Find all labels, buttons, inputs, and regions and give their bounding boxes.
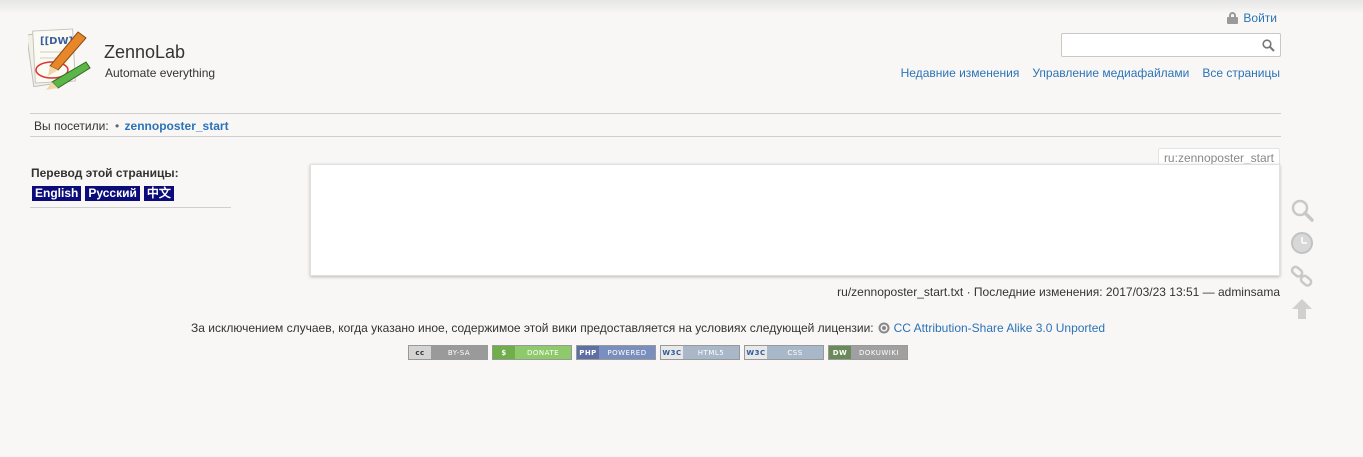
sitemap-link[interactable]: Все страницы (1202, 66, 1280, 80)
sidebar: Перевод этой страницы: English Русский 中… (30, 166, 231, 208)
breadcrumb-label: Вы посетили: (34, 119, 109, 133)
chain-link-icon[interactable] (1290, 264, 1314, 288)
button-badge: W3C (745, 346, 767, 359)
language-english[interactable]: English (32, 186, 82, 201)
license-notice: За исключением случаев, когда указано ин… (191, 321, 1105, 335)
language-russian[interactable]: Русский (85, 186, 140, 201)
button-label: CSS (767, 346, 823, 359)
site-title[interactable]: ZennoLab (104, 42, 185, 63)
button-label: BY-SA (431, 346, 487, 359)
button-badge: cc (409, 346, 431, 359)
button-label: HTML5 (683, 346, 739, 359)
sidebar-divider (30, 207, 231, 208)
donate-button[interactable]: $ DONATE (492, 345, 572, 360)
arrow-up-icon[interactable] (1290, 297, 1314, 321)
button-badge: DW (829, 346, 851, 359)
button-badge: $ (493, 346, 515, 359)
page-tools (1290, 198, 1314, 321)
site-tagline: Automate everything (105, 66, 216, 80)
license-text: За исключением случаев, когда указано ин… (191, 321, 874, 335)
header-divider (30, 113, 1281, 114)
language-chinese[interactable]: 中文 (143, 186, 174, 201)
translation-heading: Перевод этой страницы: (31, 166, 179, 180)
button-badge: W3C (661, 346, 683, 359)
dokuwiki-button[interactable]: DW DOKUWIKI (828, 345, 908, 360)
breadcrumb-divider (30, 136, 1281, 137)
dokuwiki-logo-icon[interactable]: [[DW]] (26, 26, 92, 92)
footer-buttons: cc BY-SA $ DONATE PHP POWERED W3C HTML5 … (408, 345, 908, 360)
search-icon[interactable] (1262, 39, 1275, 52)
creative-commons-icon (878, 322, 890, 334)
php-powered-button[interactable]: PHP POWERED (576, 345, 656, 360)
w3c-html5-button[interactable]: W3C HTML5 (660, 345, 740, 360)
breadcrumb-item[interactable]: zennoposter_start (125, 119, 229, 133)
media-manager-link[interactable]: Управление медиафайлами (1032, 66, 1189, 80)
button-label: DONATE (515, 346, 571, 359)
login-label[interactable]: Войти (1243, 11, 1277, 25)
search-icon[interactable] (1290, 198, 1314, 222)
license-link[interactable]: CC Attribution-Share Alike 3.0 Unported (894, 321, 1105, 335)
breadcrumb-bullet: • (115, 119, 120, 133)
doc-info: ru/zennoposter_start.txt · Последние изм… (837, 285, 1280, 299)
clock-icon[interactable] (1290, 231, 1314, 255)
language-list: English Русский 中文 (32, 186, 231, 201)
button-label: DOKUWIKI (851, 346, 907, 359)
breadcrumb: Вы посетили: • zennoposter_start (34, 119, 229, 133)
search-input[interactable] (1062, 34, 1252, 56)
w3c-css-button[interactable]: W3C CSS (744, 345, 824, 360)
login-link[interactable]: Войти (1227, 11, 1277, 25)
button-label: POWERED (599, 346, 655, 359)
button-badge: PHP (577, 346, 599, 359)
cc-by-sa-button[interactable]: cc BY-SA (408, 345, 488, 360)
recent-changes-link[interactable]: Недавние изменения (901, 66, 1020, 80)
page-content (310, 164, 1280, 276)
search-box[interactable] (1061, 33, 1281, 57)
top-gradient (0, 0, 1363, 14)
lock-icon (1227, 12, 1239, 24)
site-tools: Недавние изменения Управление медиафайла… (901, 66, 1280, 80)
